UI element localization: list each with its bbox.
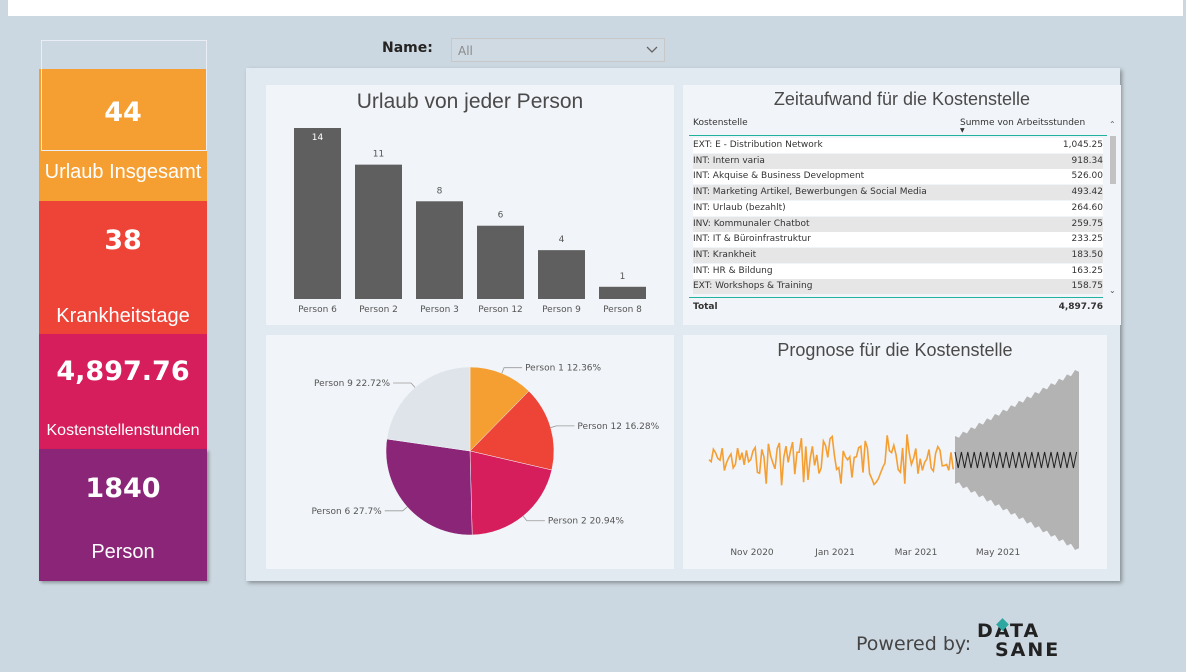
table-row[interactable]: INT: IT & Büroinfrastruktur 233.25 [693,232,1104,248]
scroll-thumb[interactable] [1110,136,1116,184]
pie-leader-line [501,367,523,374]
sort-desc-icon: ▼ [960,127,965,134]
bar[interactable] [294,128,341,299]
bar-chart: 14 Person 6 11 Person 2 8 Person 3 6 Person 12 4… [294,128,646,315]
kpi-label: Kostenstellenstunden [46,422,200,439]
kpi-value: 4,897.76 [56,356,190,387]
scroll-up-icon[interactable]: ⌃ [1109,120,1116,129]
cell-kostenstelle: INT: Akquise & Business Development [693,171,865,182]
kpi-card-krankheit[interactable]: 38 Krankheitstage [39,201,207,334]
table-row[interactable]: EXT: E - Distribution Network 1,045.25 [693,138,1103,153]
x-tick-label: Person 12 [478,305,523,315]
bar-data-label: 11 [373,150,384,160]
x-tick-label: Person 3 [420,305,459,315]
kpi-label: Urlaub Insgesamt [44,161,202,183]
cell-summe: 163.25 [1071,265,1104,276]
top-bar [8,0,1183,16]
table-header: Kostenstelle Summe von Arbeitsstunden ▼ [689,115,1107,136]
cell-summe: 158.75 [1071,281,1104,292]
table-row[interactable]: INT: HR & Bildung 163.25 [693,263,1104,279]
chevron-down-icon [646,46,658,53]
x-tick-label: Mar 2021 [895,548,938,558]
x-tick-label: Jan 2021 [814,548,855,558]
history-line [708,434,954,486]
cell-summe: 264.60 [1071,202,1104,213]
bar-data-label: 4 [559,235,565,245]
pie-chart: Person 1 12.36% Person 12 16.28% Person 2 … [311,364,660,536]
cell-summe: 918.34 [1071,155,1104,166]
forecast-chart: Nov 2020 Jan 2021 Mar 2021 May 2021 [708,370,1079,558]
pie-label: Person 6 27.7% [311,507,382,517]
table-row[interactable]: INT: Akquise & Business Development 526.0… [693,169,1104,185]
table-row[interactable]: INT: Krankheit 183.50 [693,247,1104,263]
table-total-row: Total 4,897.76 [689,297,1103,318]
cell-kostenstelle: INV: Kommunaler Chatbot [693,218,810,229]
name-filter-label: Name: [382,40,433,56]
bar[interactable] [477,225,524,299]
pie-slice[interactable] [385,438,473,536]
kpi-value: 38 [104,225,142,256]
total-label: Total [693,302,718,312]
kpi-card-person[interactable]: 1840 Person [39,449,207,581]
x-tick-label: May 2021 [976,548,1020,558]
column-header-kostenstelle[interactable]: Kostenstelle [693,118,748,128]
pie-label: Person 9 22.72% [314,379,390,389]
cell-kostenstelle: INT: Urlaub (bezahlt) [693,202,786,213]
cell-kostenstelle: INT: Krankheit [693,249,757,260]
table-row[interactable]: EXT: Workshops & Training 158.75 [693,279,1104,295]
focus-outline [41,40,207,151]
cell-summe: 1,045.25 [1062,140,1103,150]
table-row[interactable]: INT: Intern varia 918.34 [693,153,1104,169]
pie-label: Person 1 12.36% [525,364,601,374]
cell-summe: 526.00 [1071,171,1104,182]
name-filter-value: All [458,44,473,58]
x-tick-label: Person 6 [298,305,337,315]
cell-kostenstelle: INT: Marketing Artikel, Bewerbungen & So… [693,187,927,198]
bar-data-label: 6 [498,211,504,221]
pie-label: Person 12 16.28% [577,422,659,432]
pie-leader-line [393,382,416,388]
kpi-value: 1840 [85,473,161,504]
cell-kostenstelle: EXT: E - Distribution Network [693,140,823,150]
pie-leader-line [522,515,545,522]
table-scrollbar[interactable]: ⌃ ⌄ [1109,120,1117,298]
x-tick-label: Person 8 [603,305,642,315]
bar[interactable] [599,286,646,299]
cell-summe: 233.25 [1071,234,1104,245]
pie-leader-line [550,425,575,428]
x-tick-label: Person 9 [542,305,581,315]
pie-label: Person 2 20.94% [548,517,624,527]
column-header-summe[interactable]: Summe von Arbeitsstunden [960,118,1085,128]
table-row[interactable]: INT: Urlaub (bezahlt) 264.60 [693,200,1104,216]
cell-kostenstelle: INT: HR & Bildung [693,265,773,276]
cell-kostenstelle: INT: IT & Büroinfrastruktur [693,234,811,245]
pie-leader-line [384,506,408,512]
table-row[interactable]: INT: Marketing Artikel, Bewerbungen & So… [693,185,1104,201]
powered-by-text: Powered by: [856,633,972,655]
bar[interactable] [538,250,585,299]
kpi-label: Krankheitstage [56,305,190,327]
datasane-logo: DATA SANE [977,618,1061,662]
cell-kostenstelle: INT: Intern varia [693,155,765,166]
name-filter-dropdown[interactable]: All [451,38,665,62]
kpi-label: Person [91,541,155,563]
x-tick-label: Person 2 [359,305,398,315]
cell-summe: 259.75 [1071,218,1104,229]
bar[interactable] [416,201,463,299]
pie-slice[interactable] [386,366,471,452]
bar-data-label: 14 [312,133,324,143]
table-title: Zeitaufwand für die Kostenstelle [773,89,1031,109]
scroll-down-icon[interactable]: ⌄ [1109,286,1116,295]
kpi-card-stunden[interactable]: 4,897.76 Kostenstellenstunden [39,334,207,449]
bar-data-label: 1 [620,272,626,282]
cell-summe: 493.42 [1071,187,1104,198]
bar-data-label: 8 [437,186,443,196]
logo-line2: SANE [995,639,1061,661]
x-tick-label: Nov 2020 [730,548,774,558]
cell-summe: 183.50 [1071,249,1104,260]
total-value: 4,897.76 [1058,302,1103,312]
table-row[interactable]: INV: Kommunaler Chatbot 259.75 [693,216,1104,232]
cell-kostenstelle: EXT: Workshops & Training [693,281,813,292]
bar[interactable] [355,164,402,299]
